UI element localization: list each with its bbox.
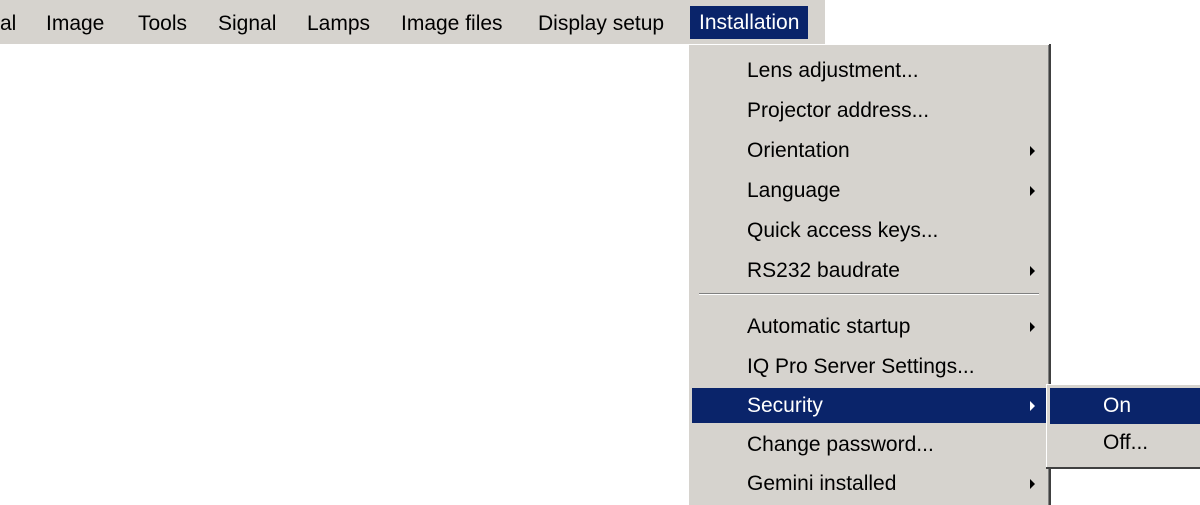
menu-orientation[interactable]: Orientation — [692, 133, 1046, 168]
submenu-arrow-icon — [1030, 266, 1035, 276]
menu-change-password[interactable]: Change password... — [692, 427, 1046, 462]
menu-item-installation[interactable]: Installation — [690, 6, 809, 39]
submenu-arrow-icon — [1030, 322, 1035, 332]
menu-language[interactable]: Language — [692, 173, 1046, 208]
menu-iq-pro-server-settings[interactable]: IQ Pro Server Settings... — [692, 349, 1046, 384]
menu-change-password-label: Change password... — [747, 433, 934, 456]
menu-security[interactable]: Security — [692, 388, 1046, 423]
installation-dropdown: Lens adjustment... Projector address... … — [688, 44, 1049, 505]
submenu-arrow-icon — [1030, 186, 1035, 196]
menu-item-image-files[interactable]: Image files — [401, 0, 503, 44]
submenu-security-off-label: Off... — [1103, 431, 1149, 454]
menu-item-display-setup[interactable]: Display setup — [538, 0, 664, 44]
submenu-arrow-icon — [1030, 146, 1035, 156]
menu-quick-access-keys[interactable]: Quick access keys... — [692, 213, 1046, 248]
submenu-security-off[interactable]: Off... — [1050, 425, 1200, 461]
menu-language-label: Language — [747, 179, 841, 202]
menu-gemini-installed[interactable]: Gemini installed — [692, 466, 1046, 501]
menu-item-signal[interactable]: Signal — [218, 0, 276, 44]
menu-bar: al Image Tools Signal Lamps Image files … — [0, 0, 825, 44]
menu-rs232-baudrate[interactable]: RS232 baudrate — [692, 253, 1046, 288]
submenu-security-on-label: On — [1103, 394, 1132, 417]
menu-item-partial[interactable]: al — [0, 0, 16, 44]
menu-automatic-startup[interactable]: Automatic startup — [692, 309, 1046, 344]
menu-lens-adjustment-label: Lens adjustment... — [747, 59, 919, 82]
menu-projector-address-label: Projector address... — [747, 99, 930, 122]
submenu-arrow-icon — [1030, 479, 1035, 489]
menu-separator — [699, 293, 1039, 295]
menu-projector-address[interactable]: Projector address... — [692, 93, 1046, 128]
menu-automatic-startup-label: Automatic startup — [747, 315, 911, 338]
menu-item-tools[interactable]: Tools — [138, 0, 187, 44]
menu-item-lamps[interactable]: Lamps — [307, 0, 370, 44]
menu-item-image[interactable]: Image — [46, 0, 104, 44]
menu-gemini-installed-label: Gemini installed — [747, 472, 897, 495]
menu-rs232-baudrate-label: RS232 baudrate — [747, 259, 900, 282]
submenu-arrow-icon — [1030, 401, 1035, 411]
menu-security-label: Security — [747, 394, 823, 417]
menu-iq-pro-server-settings-label: IQ Pro Server Settings... — [747, 355, 975, 378]
security-submenu: On Off... — [1046, 384, 1200, 467]
submenu-security-on[interactable]: On — [1050, 388, 1200, 424]
menu-quick-access-keys-label: Quick access keys... — [747, 219, 939, 242]
menu-lens-adjustment[interactable]: Lens adjustment... — [692, 53, 1046, 88]
menu-orientation-label: Orientation — [747, 139, 850, 162]
